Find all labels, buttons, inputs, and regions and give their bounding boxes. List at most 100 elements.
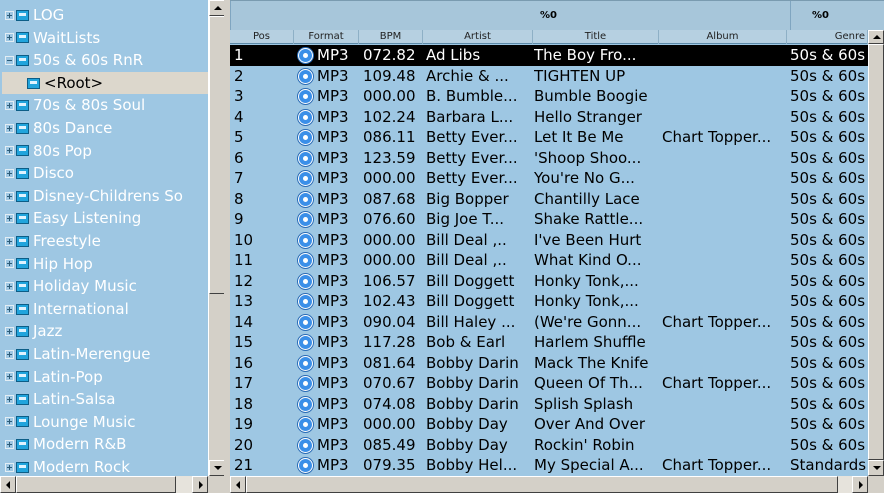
expand-icon[interactable] [5, 349, 14, 359]
tree-scroll-thumb[interactable] [209, 16, 225, 294]
column-header-pos[interactable]: Pos [230, 30, 294, 44]
tree-node[interactable]: Easy Listening [2, 207, 208, 230]
table-row[interactable]: 11 MP3 000.00 Bill Deal ,.. What Kind O... 50… [230, 250, 868, 271]
table-row[interactable]: 13 MP3 102.43 Bill Doggett Honky Tonk,... 50s… [230, 291, 868, 312]
table-row[interactable]: 3 MP3 000.00 B. Bumble... Bumble Boogie 50s &… [230, 86, 868, 107]
table-row[interactable]: 5 MP3 086.11 Betty Ever... Let It Be Me Chart… [230, 127, 868, 148]
expand-icon[interactable] [5, 236, 14, 246]
folder-icon [16, 9, 29, 21]
tree-node[interactable]: Jazz [2, 320, 208, 343]
tracks-scroll-right-button[interactable] [852, 476, 868, 493]
tree-scroll-up-button[interactable] [209, 0, 225, 16]
percent-bar-divider [230, 1, 231, 31]
column-header-format[interactable]: Format [294, 30, 359, 44]
tree-node[interactable]: Lounge Music [2, 411, 208, 434]
column-header-genre[interactable]: Genre [787, 30, 868, 44]
tree-node[interactable]: 80s Dance [2, 117, 208, 140]
expand-icon[interactable] [5, 191, 14, 201]
scroll-corner [208, 476, 224, 493]
tree-horizontal-scrollbar[interactable] [0, 476, 208, 493]
expand-icon[interactable] [5, 146, 14, 156]
table-row[interactable]: 7 MP3 000.00 Betty Ever... You're No G... 50s… [230, 168, 868, 189]
tracks-horizontal-scrollbar[interactable] [230, 476, 868, 493]
track-genre: 50s & 60s [790, 415, 866, 433]
expand-icon[interactable] [5, 123, 14, 133]
tracks-scroll-up-button[interactable] [868, 30, 884, 44]
tree-node[interactable]: Disney-Childrens So [2, 185, 208, 208]
tree-node[interactable]: Freestyle [2, 230, 208, 253]
tracks-vertical-scrollbar[interactable] [868, 30, 884, 476]
collapse-icon[interactable] [5, 55, 14, 65]
tracks-scroll-down-button[interactable] [868, 460, 884, 476]
expand-icon[interactable] [5, 327, 14, 337]
tree-hscroll-thumb[interactable] [16, 476, 176, 493]
tree-node[interactable]: Latin-Salsa [2, 388, 208, 411]
column-header-title[interactable]: Title [533, 30, 659, 44]
tracks-hscroll-thumb[interactable] [246, 476, 838, 493]
tree-scroll-right-button[interactable] [192, 476, 208, 493]
tree-node[interactable]: Modern Rock [2, 456, 208, 474]
expand-icon[interactable] [5, 440, 14, 450]
tree-node[interactable]: Modern R&B [2, 433, 208, 456]
table-row[interactable]: 19 MP3 000.00 Bobby Day Over And Over 50s & 6… [230, 414, 868, 435]
tree-node[interactable]: Latin-Merengue [2, 343, 208, 366]
table-row[interactable]: 20 MP3 085.49 Bobby Day Rockin' Robin 50s & 6… [230, 435, 868, 456]
tree-node[interactable]: Holiday Music [2, 275, 208, 298]
table-row[interactable]: 9 MP3 076.60 Big Joe T... Shake Rattle... 50s… [230, 209, 868, 230]
tracks-scroll-thumb[interactable] [868, 44, 884, 460]
arrow-right-icon [199, 481, 203, 489]
table-row[interactable]: 10 MP3 000.00 Bill Deal ,.. I've Been Hurt 50… [230, 230, 868, 251]
tracks-scroll-left-button[interactable] [230, 476, 246, 493]
expand-icon[interactable] [5, 417, 14, 427]
table-row[interactable]: 18 MP3 074.08 Bobby Darin Splish Splash 50s &… [230, 394, 868, 415]
column-header-bpm[interactable]: BPM [359, 30, 423, 44]
folder-icon [16, 348, 29, 360]
expand-icon[interactable] [5, 394, 14, 404]
expand-icon[interactable] [5, 372, 14, 382]
track-title: TIGHTEN UP [534, 66, 626, 85]
tree-node[interactable]: WaitLists [2, 27, 208, 50]
tree-scroll-down-button[interactable] [209, 460, 225, 476]
tree-node[interactable]: 70s & 80s Soul [2, 94, 208, 117]
column-header-album[interactable]: Album [659, 30, 787, 44]
tree-node[interactable]: International [2, 298, 208, 321]
expand-icon[interactable] [5, 462, 14, 472]
table-row[interactable]: 4 MP3 102.24 Barbara L... Hello Stranger 50s … [230, 107, 868, 128]
tree-node-label: Latin-Merengue [33, 344, 151, 363]
table-row[interactable]: 14 MP3 090.04 Bill Haley ... (We're Gonn... C… [230, 312, 868, 333]
expand-icon[interactable] [5, 214, 14, 224]
tree-node[interactable]: 50s & 60s RnR [2, 49, 208, 72]
expand-icon[interactable] [5, 101, 14, 111]
table-row[interactable]: 2 MP3 109.48 Archie & ... TIGHTEN UP 50s & 60… [230, 66, 868, 87]
expand-icon[interactable] [5, 304, 14, 314]
tree-node[interactable]: Latin-Pop [2, 366, 208, 389]
expand-icon[interactable] [5, 281, 14, 291]
expand-icon[interactable] [5, 10, 14, 20]
table-row[interactable]: 15 MP3 117.28 Bob & Earl Harlem Shuffle 50s &… [230, 332, 868, 353]
table-row[interactable]: 8 MP3 087.68 Big Bopper Chantilly Lace 50s & … [230, 189, 868, 210]
tree-node[interactable]: 80s Pop [2, 140, 208, 163]
tree-node[interactable]: Hip Hop [2, 253, 208, 276]
tree-scroll-left-button[interactable] [0, 476, 16, 493]
table-row[interactable]: 12 MP3 106.57 Bill Doggett Honky Tonk,... 50s… [230, 271, 868, 292]
tree-node[interactable]: <Root> [2, 71, 208, 95]
tree-node[interactable]: Disco [2, 162, 208, 185]
track-bpm: 072.82 [363, 46, 416, 64]
expand-icon[interactable] [5, 168, 14, 178]
table-row[interactable]: 1 MP3 072.82 Ad Libs The Boy Fro... 50s & 60s [230, 45, 868, 66]
table-row[interactable]: 17 MP3 070.67 Bobby Darin Queen Of Th... Char… [230, 373, 868, 394]
track-pos: 5 [234, 128, 244, 146]
tree-vertical-scrollbar[interactable] [208, 0, 225, 476]
table-row[interactable]: 16 MP3 081.64 Bobby Darin Mack The Knife 50s … [230, 353, 868, 374]
tree-node[interactable]: LOG [2, 4, 208, 27]
folder-icon [16, 122, 29, 134]
table-row[interactable]: 21 MP3 079.35 Bobby Hel... My Special A... Ch… [230, 455, 868, 476]
folder-icon [16, 54, 29, 66]
track-bpm: 000.00 [363, 230, 416, 249]
percent-bar: %0 %0 [230, 0, 884, 31]
expand-icon[interactable] [5, 33, 14, 43]
column-header-artist[interactable]: Artist [423, 30, 533, 44]
table-row[interactable]: 6 MP3 123.59 Betty Ever... 'Shoop Shoo... 50s… [230, 148, 868, 169]
track-artist: Big Bopper [426, 189, 509, 208]
expand-icon[interactable] [5, 259, 14, 269]
